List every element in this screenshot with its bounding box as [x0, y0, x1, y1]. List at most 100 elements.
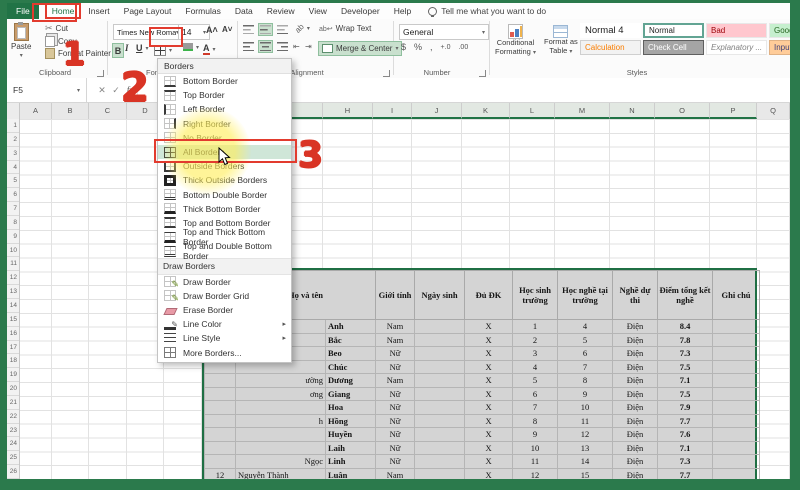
underline-button[interactable]: U ▾: [136, 43, 149, 53]
column-header-L[interactable]: L: [510, 103, 555, 119]
row-header-26[interactable]: 26: [7, 465, 19, 479]
number-dialog-launcher[interactable]: [479, 70, 486, 77]
merge-center-button[interactable]: Merge & Center ▾: [318, 41, 403, 56]
menu-item-top-and-double-bottom-border[interactable]: Top and Double Bottom Border: [158, 241, 291, 261]
row-header-22[interactable]: 22: [7, 410, 19, 424]
increase-decimal-button[interactable]: +.0: [441, 44, 451, 51]
row-header-5[interactable]: 5: [7, 174, 19, 189]
number-format-select[interactable]: General ▾: [399, 24, 489, 40]
align-left-button[interactable]: [243, 42, 254, 51]
row-header-17[interactable]: 17: [7, 341, 19, 355]
row-header-19[interactable]: 19: [7, 368, 19, 383]
select-all-corner[interactable]: [7, 103, 20, 119]
bold-button[interactable]: B: [112, 43, 124, 58]
row-header-24[interactable]: 24: [7, 437, 19, 452]
style-good[interactable]: Good: [769, 23, 790, 38]
align-top-button[interactable]: [243, 25, 254, 34]
row-header-16[interactable]: 16: [7, 327, 19, 341]
column-header-Q[interactable]: Q: [757, 103, 790, 119]
menu-item-draw-border[interactable]: Draw Border: [158, 275, 291, 290]
style-normal[interactable]: Normal: [643, 23, 704, 38]
row-header-11[interactable]: 11: [7, 257, 19, 272]
align-right-button[interactable]: [277, 42, 288, 51]
tab-page-layout[interactable]: Page Layout: [117, 3, 179, 19]
menu-item-erase-border[interactable]: Erase Border: [158, 303, 291, 317]
menu-item-thick-outside-borders[interactable]: Thick Outside Borders: [158, 173, 291, 187]
column-header-I[interactable]: I: [373, 103, 412, 119]
menu-item-bottom-border[interactable]: Bottom Border: [158, 74, 291, 88]
menu-item-thick-bottom-border[interactable]: Thick Bottom Border: [158, 202, 291, 216]
font-name-select[interactable]: Times New Roman▾: [113, 24, 183, 40]
conditional-formatting-button[interactable]: Conditional Formatting ▾: [495, 24, 536, 57]
alignment-dialog-launcher[interactable]: [383, 70, 390, 77]
clipboard-dialog-launcher[interactable]: [97, 70, 104, 77]
tab-home[interactable]: Home: [44, 3, 82, 19]
grow-font-button[interactable]: A˄: [206, 25, 218, 35]
row-header-13[interactable]: 13: [7, 285, 19, 299]
orientation-button[interactable]: ab ▾: [293, 22, 310, 35]
fill-color-button[interactable]: ▾: [183, 43, 199, 51]
column-header-K[interactable]: K: [462, 103, 510, 119]
row-header-3[interactable]: 3: [7, 147, 19, 161]
column-header-H[interactable]: H: [323, 103, 373, 119]
row-header-14[interactable]: 14: [7, 299, 19, 313]
column-header-O[interactable]: O: [655, 103, 710, 119]
row-header-20[interactable]: 20: [7, 382, 19, 396]
menu-item-draw-border-grid[interactable]: Draw Border Grid: [158, 289, 291, 304]
column-header-A[interactable]: A: [20, 103, 52, 119]
cancel-button[interactable]: ✕: [95, 85, 109, 96]
row-header-1[interactable]: 1: [7, 119, 19, 133]
tab-formulas[interactable]: Formulas: [178, 3, 227, 19]
wrap-text-button[interactable]: ab↩ Wrap Text: [319, 24, 371, 33]
row-header-21[interactable]: 21: [7, 396, 19, 410]
menu-item-bottom-double-border[interactable]: Bottom Double Border: [158, 188, 291, 202]
shrink-font-button[interactable]: A˅: [222, 25, 232, 34]
menu-item-top-border[interactable]: Top Border: [158, 88, 291, 102]
align-center-button[interactable]: [258, 40, 273, 53]
tab-data[interactable]: Data: [228, 3, 260, 19]
row-header-10[interactable]: 10: [7, 244, 19, 258]
italic-button[interactable]: I: [125, 43, 129, 53]
decrease-decimal-button[interactable]: .00: [458, 44, 468, 51]
column-header-B[interactable]: B: [52, 103, 89, 119]
menu-item-right-border[interactable]: Right Border: [158, 117, 291, 131]
row-header-2[interactable]: 2: [7, 133, 19, 147]
row-header-25[interactable]: 25: [7, 451, 19, 466]
menu-item-line-style[interactable]: Line Style ▸: [158, 331, 291, 345]
borders-button[interactable]: ▾: [154, 45, 172, 56]
menu-item-no-border[interactable]: No Border: [158, 131, 291, 145]
row-header-7[interactable]: 7: [7, 202, 19, 216]
tab-developer[interactable]: Developer: [334, 3, 387, 19]
row-header-15[interactable]: 15: [7, 313, 19, 327]
menu-item-left-border[interactable]: Left Border: [158, 102, 291, 116]
row-header-6[interactable]: 6: [7, 188, 19, 203]
tab-review[interactable]: Review: [260, 3, 302, 19]
comma-style-button[interactable]: ,: [430, 42, 433, 52]
column-header-N[interactable]: N: [610, 103, 655, 119]
tab-insert[interactable]: Insert: [81, 3, 116, 19]
menu-item-line-color[interactable]: Line Color ▸: [158, 317, 291, 331]
column-header-M[interactable]: M: [555, 103, 610, 119]
menu-item-more-borders-[interactable]: More Borders...: [158, 346, 291, 360]
style-calculation[interactable]: Calculation: [580, 40, 641, 55]
increase-indent-button[interactable]: ⇥: [305, 42, 312, 51]
row-header-8[interactable]: 8: [7, 216, 19, 230]
format-as-table-button[interactable]: Format as Table ▾: [544, 25, 578, 56]
row-header-9[interactable]: 9: [7, 230, 19, 244]
row-header-4[interactable]: 4: [7, 161, 19, 175]
tab-view[interactable]: View: [302, 3, 334, 19]
tell-me-box[interactable]: Tell me what you want to do: [441, 6, 546, 16]
style-explanatory[interactable]: Explanatory ...: [706, 40, 767, 55]
accounting-format-button[interactable]: $: [401, 42, 406, 52]
column-header-J[interactable]: J: [412, 103, 462, 119]
align-bottom-button[interactable]: [277, 25, 288, 34]
style-bad[interactable]: Bad: [706, 23, 767, 38]
row-header-23[interactable]: 23: [7, 424, 19, 438]
tab-help[interactable]: Help: [387, 3, 418, 19]
name-box[interactable]: F5 ▾: [7, 78, 87, 102]
row-header-12[interactable]: 12: [7, 271, 19, 286]
style-check[interactable]: Check Cell: [643, 40, 704, 55]
cut-button[interactable]: ✂ Cut: [45, 24, 68, 34]
decrease-indent-button[interactable]: ⇤: [293, 42, 300, 51]
percent-style-button[interactable]: %: [414, 42, 422, 52]
